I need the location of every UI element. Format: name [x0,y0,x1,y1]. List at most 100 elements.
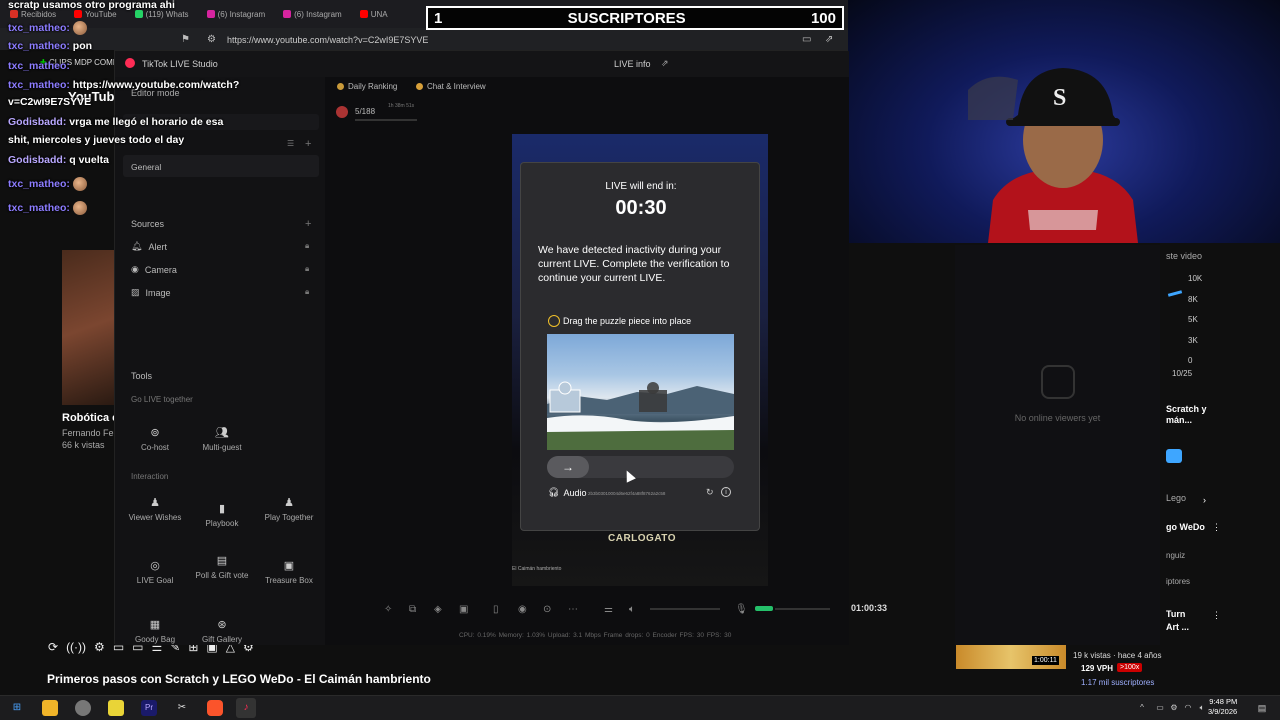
bookmark-icon[interactable]: ⚑ [181,34,190,45]
phone-icon[interactable]: ▯ [493,604,499,615]
refresh-icon[interactable]: ↻ [706,487,714,498]
puzzle-hint: Drag the puzzle piece into place [548,315,691,327]
screen-icon[interactable]: ▣ [459,604,468,615]
card3-title[interactable]: Turn [1166,609,1185,619]
source-image[interactable]: ▨ Image [131,287,171,298]
list-icon[interactable]: ☰ [287,139,294,148]
lock-icon[interactable]: 🔒︎ [305,264,309,274]
effects-icon[interactable]: ◈ [434,604,442,615]
settings-icon[interactable]: ⚙ [94,640,105,654]
card3-title-2[interactable]: Art ... [1166,622,1189,632]
mic-slider[interactable] [775,608,830,610]
notes-icon[interactable] [108,700,124,716]
tool-viewer-wishes[interactable]: ♟ Viewer Wishes [125,497,185,522]
action-button[interactable] [1166,449,1182,463]
lock-icon[interactable]: 🔒︎ [305,241,309,251]
speaker-icon[interactable]: 🔈︎ [629,604,635,615]
more-icon[interactable]: ⋮ [1212,522,1221,533]
captcha-slider-track[interactable]: → [547,456,734,478]
more-icon[interactable]: ⋯ [568,604,578,615]
cast-icon[interactable]: ▭ [802,34,811,45]
lock-icon[interactable]: 🔒︎ [305,287,309,297]
broadcast-icon[interactable]: ((·)) [66,640,86,654]
video-card-title[interactable]: Robótica e [62,412,118,424]
share-icon[interactable]: ⇗ [661,58,669,69]
browser-tab[interactable]: (6) Instagram [277,10,348,19]
tool-play-together[interactable]: ♟ Play Together [259,497,319,522]
source-alert[interactable]: 🔔︎ Alert [131,241,167,252]
chat-message: txc_matheo: https://www.youtube.com/watc… [8,79,240,91]
chat-message: scratp usamos otro programa ahi [8,0,175,11]
browser-tab[interactable]: (6) Instagram [201,10,272,19]
video-card-views: 66 k vistas [62,440,105,450]
source-camera[interactable]: ◉ Camera [131,264,177,275]
layout-icon[interactable]: ⧉ [409,604,416,615]
share-icon[interactable]: ⇗ [825,34,833,45]
lego-chip[interactable]: Lego [1166,493,1186,503]
add-scene-icon[interactable]: + [305,138,311,150]
studio-toolbar: ✧ ⧉ ◈ ▣ ▯ ◉ ⊙ ⋯ ⚌ 🔈︎ 🎙︎ [375,598,905,620]
counter-label: SUSCRIPTORES [567,9,686,27]
windows-start-icon[interactable]: ⊞ [9,700,25,716]
webcam-feed: S [848,0,1280,243]
info-icon[interactable]: i [721,487,731,497]
mic-icon[interactable]: 🎙︎ [735,604,748,615]
url-input[interactable]: https://www.youtube.com/watch?v=C2wI9E7S… [227,35,428,45]
chevron-right-icon[interactable]: › [1203,495,1206,505]
tool-gift-gallery[interactable]: ⊛ Gift Gallery [192,619,252,644]
browser-icon[interactable] [75,700,91,716]
card1-title[interactable]: Scratch y [1166,404,1207,414]
stats-label: ste video [1166,251,1203,261]
record-icon[interactable]: ◉ [518,604,527,615]
countdown: 00:30 [615,197,667,219]
scene-general[interactable]: General [123,155,319,177]
add-source-icon[interactable]: + [305,218,311,230]
tool-poll[interactable]: ▤ Poll & Gift vote [192,555,252,580]
rank-icon [336,106,348,118]
magic-icon[interactable]: ✧ [384,604,392,615]
interaction-label: Interaction [131,472,169,481]
audio-captcha-button[interactable]: 🎧︎ Audio [548,487,586,498]
capcut-icon[interactable]: ✂ [174,700,190,716]
live-info-button[interactable]: LIVE info [614,59,651,69]
emote-icon [72,177,87,191]
browser-tab[interactable]: UNA [354,10,394,19]
loop-icon[interactable]: ⟳ [48,640,58,654]
chat-interview-pill[interactable]: Chat & Interview [416,82,486,91]
daily-ranking-pill[interactable]: Daily Ranking [337,82,397,91]
tool-multiguest[interactable]: 👥︎ Multi-guest [192,427,252,452]
mixer-icon[interactable]: ⚌ [604,604,613,615]
volume-slider[interactable] [650,608,720,610]
notification-icon[interactable]: ▤ [1254,700,1270,716]
slider-handle[interactable]: → [547,456,589,478]
axis-tick: 10K [1188,274,1203,283]
svg-text:S: S [1053,85,1066,111]
tiktok-studio-icon[interactable]: ♪ [236,698,256,718]
video-card-channel[interactable]: Fernando Fe [62,428,114,438]
tool-playbook[interactable]: ▮ Playbook [192,503,252,528]
gift-icon: ⊛ [217,619,227,631]
brave-icon[interactable] [207,700,223,716]
card2-title[interactable]: go WeDo [1166,522,1205,532]
chat-message: txc_matheo: [8,21,87,35]
tray-chevron-icon[interactable]: ^ [1134,700,1150,716]
tool-live-goal[interactable]: ◎ LIVE Goal [125,560,185,585]
file-explorer-icon[interactable] [42,700,58,716]
preview-logo: CARLOGATO [608,533,677,544]
system-clock[interactable]: 9:48 PM 3/9/2026 [1208,697,1237,717]
video-thumbnail[interactable] [62,250,114,405]
tool-cohost[interactable]: ⊚ Co-host [125,427,185,452]
site-info-icon[interactable]: ⚙ [207,34,216,45]
tool-treasure-box[interactable]: ▣ Treasure Box [259,560,319,585]
more-icon[interactable]: ⋮ [1212,610,1221,621]
emote-icon [72,21,87,35]
premiere-icon[interactable]: Pr [141,700,157,716]
inactivity-message: We have detected inactivity during your … [538,244,730,284]
camera-icon[interactable]: ⊙ [543,604,551,615]
chat-message: txc_matheo: [8,201,87,215]
game-icon: ♟ [284,497,294,509]
tool-goody-bag[interactable]: ▦ Goody Bag [125,619,185,644]
titlebar: TikTok LIVE Studio LIVE info ⇗ [115,51,849,77]
card1-title-2[interactable]: mán... [1166,415,1192,425]
windows-taskbar [0,695,1280,720]
